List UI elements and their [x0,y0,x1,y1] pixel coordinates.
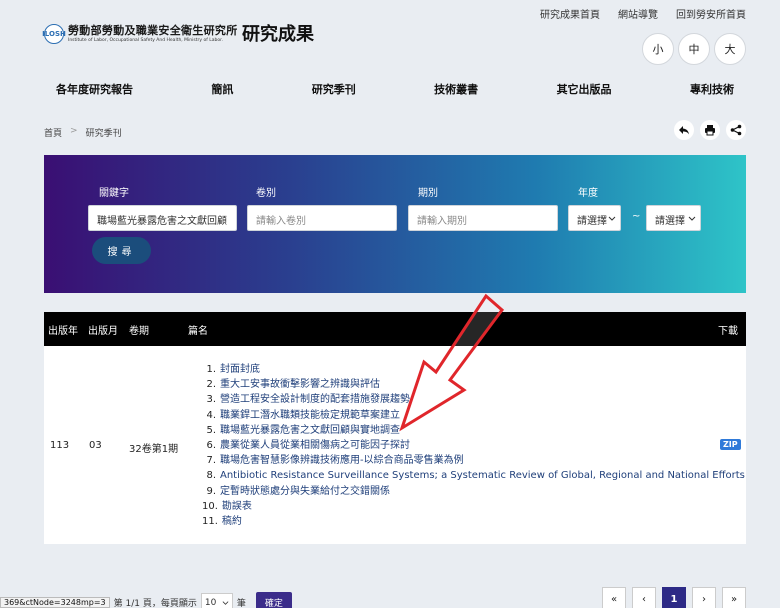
breadcrumb-current: 研究季刊 [85,129,122,139]
ilosh-logo-icon: ILOSH [42,24,66,44]
year-label: 年度 [578,188,598,199]
page-count-text: 第 1/1 頁，每頁顯示 [113,599,197,608]
year-range-separator: ~ [632,211,641,222]
article-item[interactable]: 1. 封面封底 [202,362,745,377]
font-size-switcher: 小 中 大 [642,33,746,65]
year-from-select[interactable]: 請選擇 [568,205,621,231]
last-page-button[interactable]: » [722,587,746,608]
confirm-button[interactable]: 確定 [255,592,292,608]
site-logo[interactable]: ILOSH 勞動部勞動及職業安全衛生研究所 Institute of Labor… [42,24,238,44]
article-item[interactable]: 10. 勘誤表 [202,499,745,514]
article-item[interactable]: 9. 定暫時狀態處分與失業給付之交錯關係 [202,484,745,499]
nav-quarterly[interactable]: 研究季刊 [300,81,368,97]
institute-name-en: Institute of Labor, Occupational Safety … [68,38,223,43]
year-from-value: 請選擇 [577,216,607,227]
prev-page-button[interactable]: ‹ [632,587,656,608]
research-home-link[interactable]: 研究成果首頁 [540,6,600,21]
nav-other-publications[interactable]: 其它出版品 [545,81,624,97]
font-large-button[interactable]: 大 [714,33,746,65]
volume-label: 卷別 [256,188,276,199]
year-to-value: 請選擇 [655,216,685,227]
cell-volume: 32卷第1期 [129,444,179,455]
font-medium-button[interactable]: 中 [678,33,710,65]
header-download: 下載 [718,326,738,337]
chevron-down-icon [222,601,229,605]
article-item[interactable]: 2. 重大工安事故衝擊影響之辨識與評估 [202,377,745,392]
page-navigation: « ‹ 1 › » [602,587,746,608]
article-item[interactable]: 3. 營造工程安全設計制度的配套措施發展趨勢 [202,392,745,407]
article-item[interactable]: 7. 職場危害智慧影像辨識技術應用-以綜合商品零售業為例 [202,453,745,468]
pagination-info: 369&ctNode=3248mp=3 第 1/1 頁，每頁顯示 10 筆 確定 [0,592,292,608]
status-bar-url: 369&ctNode=3248mp=3 [0,597,110,608]
issue-label: 期別 [418,188,438,199]
nav-annual-reports[interactable]: 各年度研究報告 [44,81,145,97]
sitemap-link[interactable]: 網站導覽 [618,6,658,21]
article-item[interactable]: 6. 農業從業人員從業相關傷病之可能因子探討 [202,438,745,453]
first-page-button[interactable]: « [602,587,626,608]
cell-month: 03 [89,440,102,451]
ilosh-home-link[interactable]: 回到勞安所首頁 [676,6,746,21]
main-nav: 各年度研究報告 簡訊 研究季刊 技術叢書 其它出版品 專利技術 [44,81,746,97]
header-year: 出版年 [48,326,78,337]
volume-input[interactable]: 請輸入卷別 [247,205,397,231]
breadcrumb-home[interactable]: 首頁 [44,126,62,139]
header-month: 出版月 [88,326,118,337]
search-panel: 關鍵字 職場藍光暴露危害之文獻回顧 卷別 請輸入卷別 期別 請輸入期別 年度 請… [44,155,746,293]
table-row: 113 03 32卷第1期 1. 封面封底 2. 重大工安事故衝擊影響之辨識與評估 … [44,346,746,544]
issue-input[interactable]: 請輸入期別 [408,205,558,231]
results-table-header: 出版年 出版月 卷期 篇名 下載 [44,312,746,346]
breadcrumb: 首頁 > 研究季刊 [44,126,122,139]
keyword-label: 關鍵字 [99,188,129,199]
institute-name: 勞動部勞動及職業安全衛生研究所 [68,24,238,37]
nav-patents[interactable]: 專利技術 [678,81,746,97]
per-page-value: 10 [204,597,217,608]
zip-download-button[interactable]: ZIP [720,439,741,450]
back-icon[interactable] [674,120,694,140]
year-to-select[interactable]: 請選擇 [646,205,701,231]
page-tools [674,120,746,140]
search-button[interactable]: 搜尋 [92,237,151,264]
next-page-button[interactable]: › [692,587,716,608]
breadcrumb-separator: > [70,126,78,136]
per-page-select[interactable]: 10 [200,592,233,608]
font-small-button[interactable]: 小 [642,33,674,65]
share-icon[interactable] [726,120,746,140]
article-item[interactable]: 5. 職場藍光暴露危害之文獻回顧與實地調查 [202,423,745,438]
nav-newsletter[interactable]: 簡訊 [199,81,245,97]
header-volume: 卷期 [129,326,149,337]
cell-year: 113 [50,440,70,451]
nav-technical-books[interactable]: 技術叢書 [422,81,490,97]
article-item[interactable]: 4. 職業銲工潛水職類技能檢定規範草案建立 [202,408,745,423]
chevron-down-icon [608,216,616,221]
top-links: 研究成果首頁 網站導覽 回到勞安所首頁 [540,6,746,21]
per-page-unit: 筆 [236,599,246,608]
article-list: 1. 封面封底 2. 重大工安事故衝擊影響之辨識與評估 3. 營造工程安全設計制度的配… [202,362,745,529]
page-1-button[interactable]: 1 [662,587,686,608]
article-item[interactable]: 11. 稿約 [202,514,745,529]
keyword-input[interactable]: 職場藍光暴露危害之文獻回顧 [88,205,237,231]
site-title: 研究成果 [242,24,314,45]
header-title: 篇名 [188,326,208,337]
print-icon[interactable] [700,120,720,140]
article-item[interactable]: 8. Antibiotic Resistance Surveillance Sys… [202,468,744,483]
chevron-down-icon [688,216,696,221]
